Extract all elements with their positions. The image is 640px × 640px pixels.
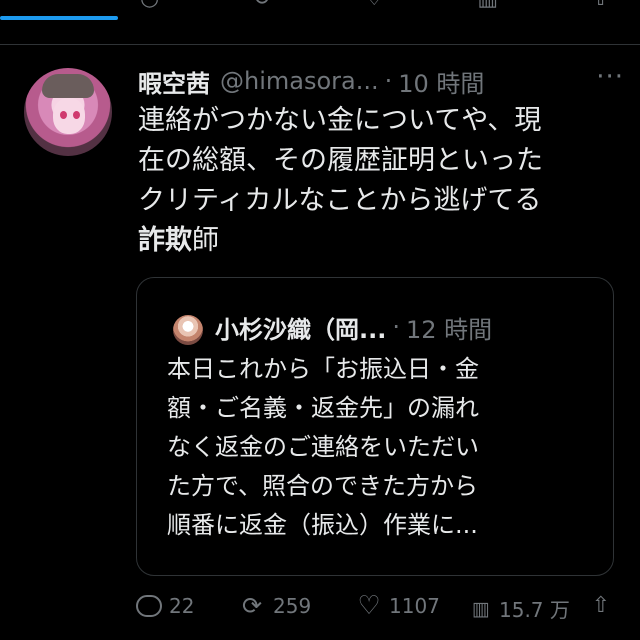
quoted-author-name[interactable]: 小杉沙織（岡... <box>215 310 386 345</box>
retweet-button[interactable]: ⟳ 259 <box>238 594 311 618</box>
quoted-post-header: 小杉沙織（岡... · 12 時間 <box>215 308 575 346</box>
reply-button[interactable]: 22 <box>136 594 194 618</box>
quoted-post-text: 本日これから「お振込日・金 額・ご名義・返金先」の漏れ なく返金のご連絡をいただ… <box>167 350 587 545</box>
like-count: 1107 <box>389 594 440 618</box>
quoted-text-line: 額・ご名義・返金先」の漏れ <box>167 394 479 422</box>
views-button[interactable]: ▥ 15.7 万 <box>470 594 570 623</box>
like-icon: ♡ <box>357 591 381 621</box>
post-time[interactable]: 10 時間 <box>398 64 484 99</box>
reply-count: 22 <box>169 594 195 618</box>
avatar-face-shape <box>53 98 85 134</box>
previous-retweet-icon: ↻ <box>253 0 271 14</box>
author-name[interactable]: 暇空茜 <box>138 64 210 99</box>
header-separator: · <box>384 67 393 95</box>
quoted-author-avatar[interactable] <box>173 315 203 345</box>
previous-post-actions: ○ ↻ ♡ ▥ ⇧ <box>140 0 610 14</box>
avatar-hat-shape <box>42 74 94 98</box>
highlighted-word: 詐欺 <box>138 225 192 256</box>
share-icon: ⇧ <box>591 593 611 618</box>
tweet-text-line: 連絡がつかない金についてや、現 <box>138 105 542 136</box>
tweet-header: 暇空茜 @himasora... · 10 時間 ··· <box>138 62 624 100</box>
quoted-post-card[interactable]: 小杉沙織（岡... · 12 時間 本日これから「お振込日・金 額・ご名義・返金… <box>136 277 614 576</box>
quoted-header-separator: · <box>392 313 400 341</box>
previous-reply-icon: ○ <box>140 0 159 14</box>
like-button[interactable]: ♡ 1107 <box>356 591 440 621</box>
tweet-text-line: 在の総額、その履歴証明といった <box>138 145 543 176</box>
tweet-text-suffix: 師 <box>192 225 219 256</box>
previous-views-icon: ▥ <box>477 0 498 14</box>
views-count: 15.7 万 <box>499 598 570 622</box>
post-divider <box>0 44 640 45</box>
author-avatar[interactable] <box>24 68 112 156</box>
previous-share-icon: ⇧ <box>592 0 610 14</box>
quoted-text-line: なく返金のご連絡をいただい <box>167 433 479 461</box>
quoted-post-time[interactable]: 12 時間 <box>406 310 492 345</box>
quoted-text-line: 順番に返金（振込）作業に... <box>167 511 478 539</box>
avatar-right-eye <box>73 111 80 119</box>
retweet-count: 259 <box>273 594 312 618</box>
active-tab-indicator <box>0 16 118 20</box>
author-handle[interactable]: @himasora... <box>220 67 379 95</box>
avatar-left-eye <box>60 111 67 119</box>
share-button[interactable]: ⇧ <box>590 594 612 618</box>
top-tab-area: ○ ↻ ♡ ▥ ⇧ <box>0 0 640 40</box>
tweet-text: 連絡がつかない金についてや、現 在の総額、その履歴証明といった クリティカルなこ… <box>138 101 618 261</box>
retweet-icon: ⟳ <box>241 592 263 620</box>
tweet-text-line: クリティカルなことから逃げてる <box>138 185 542 216</box>
views-icon: ▥ <box>472 597 490 620</box>
quoted-text-line: た方で、照合のできた方から <box>167 472 479 500</box>
quoted-text-line: 本日これから「お振込日・金 <box>167 355 479 383</box>
post-actions: 22 ⟳ 259 ♡ 1107 ▥ 15.7 万 ⇧ <box>136 591 616 626</box>
previous-like-icon: ♡ <box>364 0 384 14</box>
tweet-text-last-line: 詐欺師 <box>138 221 618 261</box>
more-horizontal-icon[interactable]: ··· <box>596 62 624 92</box>
reply-icon <box>136 595 162 617</box>
